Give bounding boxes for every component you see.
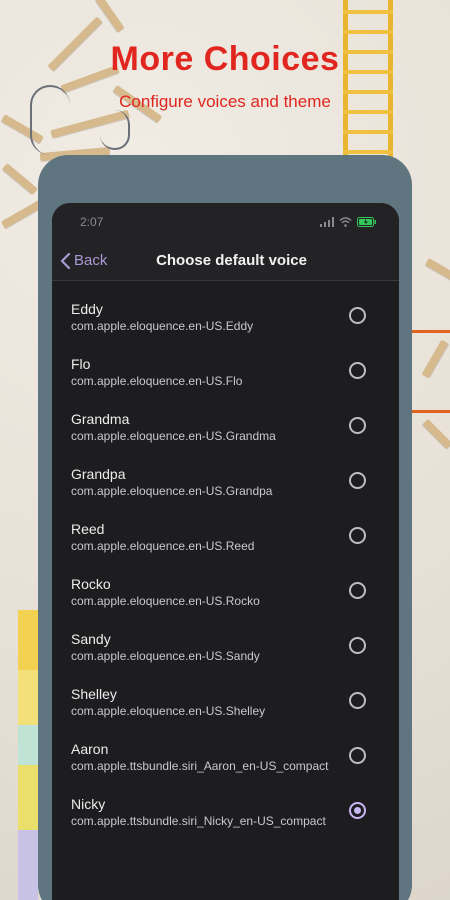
voice-list: Eddy com.apple.eloquence.en-US.Eddy Flo … (52, 281, 399, 829)
battery-charging-icon (357, 217, 376, 227)
voice-identifier: com.apple.ttsbundle.siri_Nicky_en-US_com… (71, 814, 326, 828)
voice-row-reed[interactable]: Reed com.apple.eloquence.en-US.Reed (52, 521, 399, 554)
signal-icon (320, 217, 334, 227)
wifi-icon (339, 217, 352, 227)
voice-row-grandpa[interactable]: Grandpa com.apple.eloquence.en-US.Grandp… (52, 466, 399, 499)
voice-name: Flo (71, 356, 91, 372)
radio-button-selected[interactable] (349, 802, 366, 819)
voice-name: Nicky (71, 796, 106, 812)
voice-name: Eddy (71, 301, 103, 317)
voice-row-sandy[interactable]: Sandy com.apple.eloquence.en-US.Sandy (52, 631, 399, 664)
voice-name: Sandy (71, 631, 111, 647)
voice-name: Grandpa (71, 466, 126, 482)
voice-identifier: com.apple.ttsbundle.siri_Aaron_en-US_com… (71, 759, 329, 773)
voice-identifier: com.apple.eloquence.en-US.Sandy (71, 649, 260, 663)
voice-identifier: com.apple.eloquence.en-US.Eddy (71, 319, 254, 333)
voice-name: Reed (71, 521, 105, 537)
voice-name: Rocko (71, 576, 111, 592)
voice-name: Aaron (71, 741, 109, 757)
voice-identifier: com.apple.eloquence.en-US.Grandpa (71, 484, 273, 498)
radio-button[interactable] (349, 747, 366, 764)
radio-button[interactable] (349, 637, 366, 654)
radio-button[interactable] (349, 362, 366, 379)
back-button[interactable]: Back (60, 252, 107, 269)
radio-button[interactable] (349, 692, 366, 709)
radio-button[interactable] (349, 527, 366, 544)
promo-headline: More Choices (110, 40, 340, 78)
voice-row-rocko[interactable]: Rocko com.apple.eloquence.en-US.Rocko (52, 576, 399, 609)
voice-row-nicky[interactable]: Nicky com.apple.ttsbundle.siri_Nicky_en-… (52, 796, 399, 829)
voice-row-flo[interactable]: Flo com.apple.eloquence.en-US.Flo (52, 356, 399, 389)
phone-screen: 2:07 Back Choose default voice Eddy com.… (52, 203, 399, 900)
navigation-bar: Back Choose default voice (52, 241, 399, 281)
voice-name: Shelley (71, 686, 117, 702)
status-icons (320, 217, 377, 227)
status-time: 2:07 (80, 215, 104, 229)
status-bar: 2:07 (52, 203, 399, 241)
voice-identifier: com.apple.eloquence.en-US.Flo (71, 374, 243, 388)
voice-name: Grandma (71, 411, 130, 427)
radio-button[interactable] (349, 472, 366, 489)
radio-button[interactable] (349, 582, 366, 599)
voice-identifier: com.apple.eloquence.en-US.Grandma (71, 429, 276, 443)
voice-identifier: com.apple.eloquence.en-US.Reed (71, 539, 255, 553)
promo-subline: Configure voices and theme (119, 92, 331, 111)
voice-identifier: com.apple.eloquence.en-US.Rocko (71, 594, 260, 608)
radio-button[interactable] (349, 307, 366, 324)
voice-row-eddy[interactable]: Eddy com.apple.eloquence.en-US.Eddy (52, 301, 399, 334)
voice-row-grandma[interactable]: Grandma com.apple.eloquence.en-US.Grandm… (52, 411, 399, 444)
voice-identifier: com.apple.eloquence.en-US.Shelley (71, 704, 266, 718)
voice-row-shelley[interactable]: Shelley com.apple.eloquence.en-US.Shelle… (52, 686, 399, 719)
radio-button[interactable] (349, 417, 366, 434)
back-label: Back (74, 252, 108, 269)
chevron-left-icon (60, 252, 71, 269)
voice-row-aaron[interactable]: Aaron com.apple.ttsbundle.siri_Aaron_en-… (52, 741, 399, 774)
